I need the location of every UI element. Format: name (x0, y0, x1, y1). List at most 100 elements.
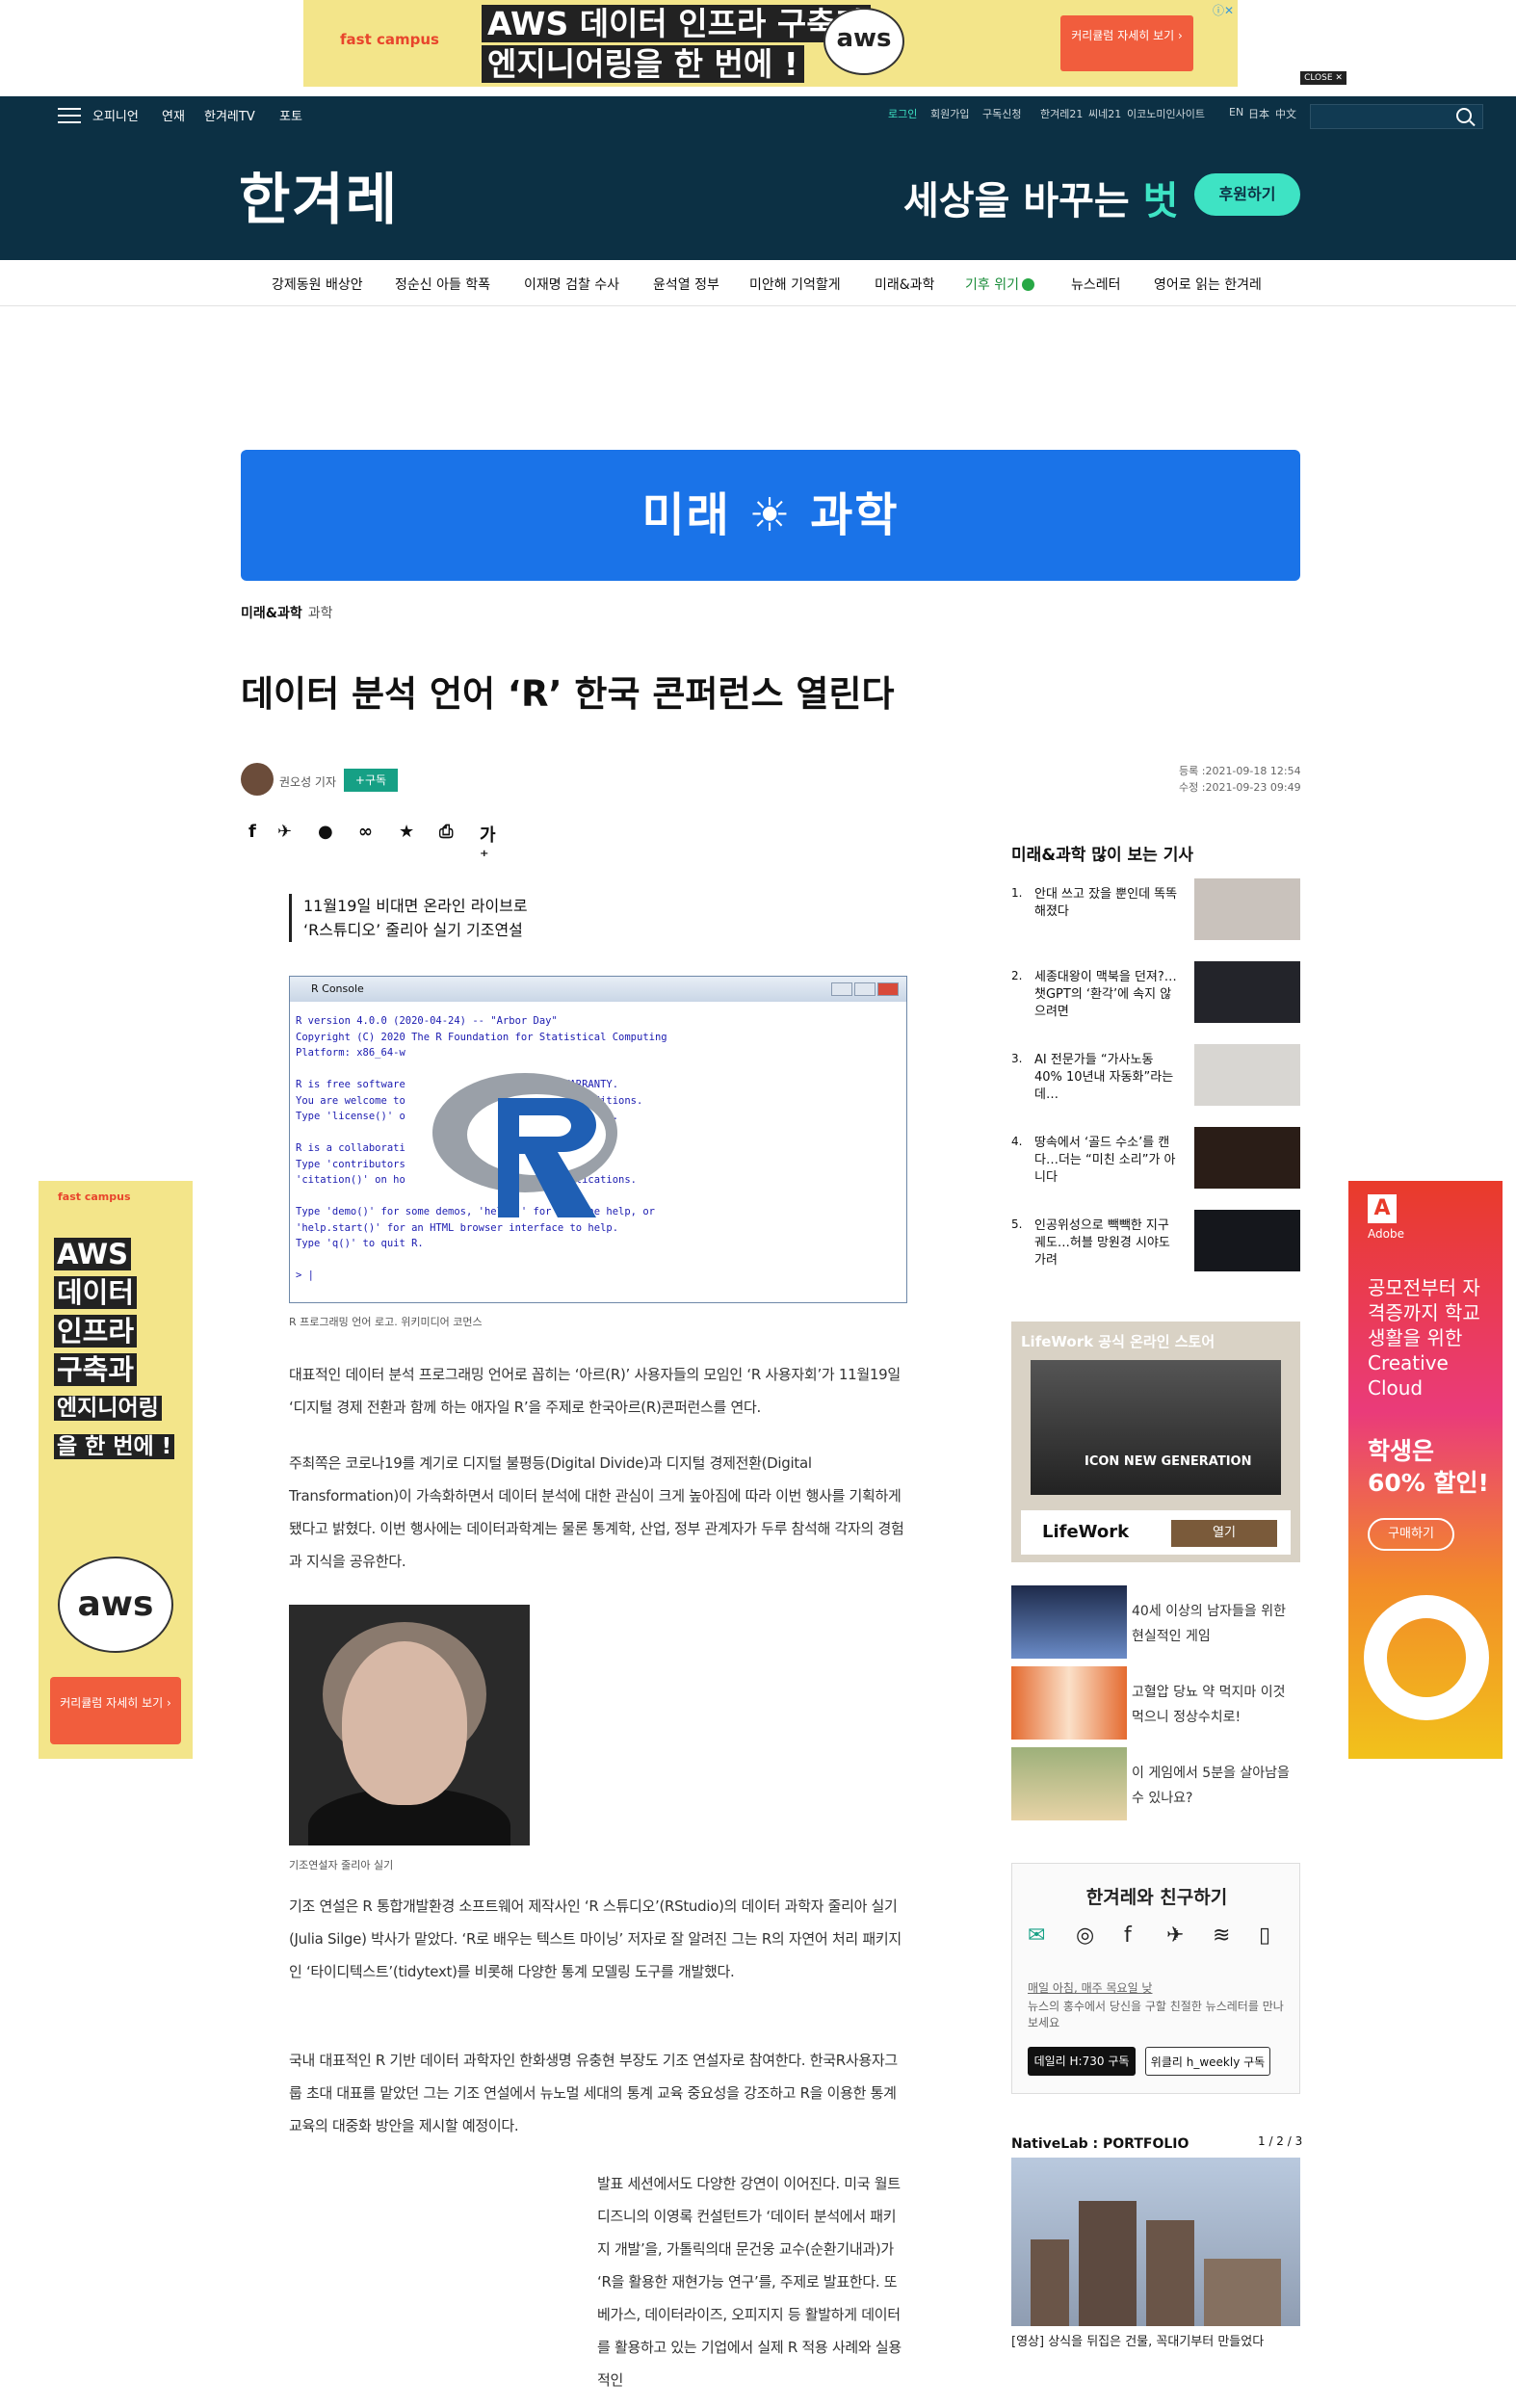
popular-article[interactable]: 1. 안대 쓰고 잤을 뿐인데 똑똑해졌다 (1011, 878, 1300, 942)
lifework-ad[interactable]: LifeWork 공식 온라인 스토어 ICON NEW GENERATION … (1011, 1322, 1300, 1562)
facebook-icon[interactable]: f (1124, 1924, 1132, 1948)
carousel-pager[interactable]: 1 / 2 / 3 (1258, 2134, 1302, 2148)
popular-article[interactable]: 5. 인공위성으로 빽빽한 지구궤도…허블 망원경 시야도 가려 (1011, 1210, 1300, 1273)
left-side-ad[interactable]: fast campus AWS 데이터 인프라 구축과 엔지니어링 을 한 번에… (39, 1181, 193, 1759)
breadcrumb: 미래&과학 과학 (241, 603, 333, 622)
nav-photo[interactable]: 포토 (279, 106, 302, 124)
speaker-photo (289, 1605, 530, 1845)
popular-article[interactable]: 3. AI 전문가들 “가사노동 40% 10년내 자동화”라는데… (1011, 1044, 1300, 1108)
avatar (241, 763, 274, 796)
menu-icon[interactable] (58, 108, 81, 125)
lang-en[interactable]: EN (1229, 106, 1243, 118)
login-link[interactable]: 로그인 (888, 106, 917, 121)
topic-item-climate[interactable]: 기후 위기 (965, 275, 1034, 294)
topic-item[interactable]: 이재명 검찰 수사 (524, 275, 619, 294)
ad-cta-button[interactable]: 커리큘럼 자세히 보기 › (1060, 15, 1193, 71)
nativelab-label: NativeLab : PORTFOLIO (1011, 2136, 1189, 2152)
link-h21[interactable]: 한겨레21 (1040, 106, 1083, 121)
mobile-icon[interactable]: ▯ (1259, 1924, 1270, 1948)
ad-tagline: ICON NEW GENERATION (1085, 1454, 1252, 1469)
nav-series[interactable]: 연재 (162, 106, 185, 124)
topic-item[interactable]: 뉴스레터 (1071, 275, 1121, 294)
breadcrumb-section[interactable]: 미래&과학 (241, 606, 302, 621)
nav-opinion[interactable]: 오피니언 (92, 106, 139, 124)
topic-item[interactable]: 영어로 읽는 한겨레 (1154, 275, 1262, 294)
section-banner[interactable]: 미래 ☀ 과학 (241, 450, 1300, 581)
popular-articles-title: 미래&과학 많이 보는 기사 (1011, 846, 1193, 865)
nativelab-image[interactable] (1011, 2158, 1300, 2326)
daily-subscribe-button[interactable]: 데일리 H:730 구독 (1028, 2047, 1136, 2076)
topic-item[interactable]: 미래&과학 (875, 275, 934, 294)
newsletter-link[interactable]: 매일 아침, 매주 목요일 낮 (1028, 1979, 1152, 1996)
r-logo-icon (432, 1073, 617, 1217)
topic-item[interactable]: 강제동원 배상안 (272, 275, 363, 294)
article-paragraph: 대표적인 데이터 분석 프로그래밍 언어로 꼽히는 ‘아르(R)’ 사용자들의 … (289, 1366, 901, 1416)
ad-brand: Adobe (1368, 1227, 1404, 1241)
topic-nav: 강제동원 배상안 정순신 아들 학폭 이재명 검찰 수사 윤석열 정부 미안해 … (0, 260, 1516, 306)
ad-open-button[interactable]: 열기 (1171, 1520, 1277, 1547)
modified-date: 수정 :2021-09-23 09:49 (1179, 781, 1301, 794)
support-button[interactable]: 후원하기 (1194, 173, 1300, 216)
console-titlebar: R Console (290, 977, 906, 1002)
aws-logo: aws (823, 8, 904, 75)
link-cine21[interactable]: 씨네21 (1088, 106, 1121, 121)
site-logo[interactable]: 한겨레 (239, 154, 399, 235)
subscribe-link[interactable]: 구독신청 (982, 106, 1021, 121)
twitter-icon[interactable]: ✈ (1166, 1924, 1184, 1948)
twitter-icon[interactable]: ✈ (277, 822, 292, 842)
nativelab-caption[interactable]: [영상] 상식을 뒤집은 건물, 꼭대기부터 만들었다 (1011, 2331, 1264, 2349)
print-icon[interactable]: ⎙ (439, 822, 453, 842)
adobe-logo-icon: A (1368, 1194, 1397, 1223)
reporter-name[interactable]: 권오성 기자 (279, 773, 336, 790)
weekly-subscribe-button[interactable]: 위클리 h_weekly 구독 (1145, 2047, 1270, 2076)
link-copy-icon[interactable]: ∞ (358, 822, 373, 842)
topic-item[interactable]: 윤석열 정부 (653, 275, 719, 294)
ad-buy-button[interactable]: 구매하기 (1368, 1518, 1454, 1551)
image-caption: 기조연설자 줄리아 실기 (289, 1859, 394, 1871)
ad-header: LifeWork 공식 온라인 스토어 (1021, 1333, 1215, 1350)
ad-headline: AWS 데이터 인프라 구축과 엔지니어링을 한 번에 ! (482, 4, 871, 85)
top-banner-ad[interactable]: fast campus AWS 데이터 인프라 구축과 엔지니어링을 한 번에 … (303, 0, 1238, 87)
sponsored-ad[interactable]: 이 게임에서 5분을 살아남을 수 있나요? (1011, 1747, 1300, 1820)
topic-item[interactable]: 미안해 기억할게 (749, 275, 841, 294)
site-header: 오피니언 연재 한겨레TV 포토 로그인 회원가입 구독신청 한겨레21 씨네2… (0, 96, 1516, 260)
signup-link[interactable]: 회원가입 (930, 106, 969, 121)
popular-article[interactable]: 2. 세종대왕이 맥북을 던져?…챗GPT의 ‘환각’에 속지 않으려면 (1011, 961, 1300, 1025)
article-title: 데이터 분석 언어 ‘R’ 한국 콘퍼런스 열린다 (241, 673, 895, 715)
facebook-icon[interactable]: f (248, 822, 256, 842)
aws-logo: aws (58, 1557, 173, 1653)
rss-icon[interactable]: ≋ (1213, 1924, 1230, 1948)
link-economy-insight[interactable]: 이코노미인사이트 (1127, 106, 1205, 121)
article-summary: 11월19일 비대면 온라인 라이브로 ‘R스튜디오’ 줄리아 실기 기조연설 (289, 894, 528, 942)
registered-date: 등록 :2021-09-18 12:54 (1179, 765, 1301, 777)
sponsored-ad[interactable]: 40세 이상의 남자들을 위한 현실적인 게임 (1011, 1585, 1300, 1659)
image-caption: R 프로그래밍 언어 로고. 위키미디어 코먼스 (289, 1316, 483, 1328)
bookmark-star-icon[interactable]: ★ (399, 822, 414, 842)
lang-jp[interactable]: 日本 (1248, 106, 1269, 121)
ad-headline: AWS 데이터 인프라 구축과 엔지니어링 을 한 번에 ! (54, 1235, 175, 1466)
ad-choices-icon[interactable]: ⓘ✕ (1213, 2, 1234, 18)
creative-cloud-icon (1364, 1595, 1489, 1720)
popular-article[interactable]: 4. 땅속에서 ‘골드 수소’를 캔다…더는 “미친 소리”가 아니다 (1011, 1127, 1300, 1191)
friends-box: 한겨레와 친구하기 ✉ ◎ f ✈ ≋ ▯ 매일 아침, 매주 목요일 낮 뉴스… (1011, 1863, 1300, 2094)
sponsored-ad[interactable]: 고혈압 당뇨 약 먹지마 이것 먹으니 정상수치로! (1011, 1666, 1300, 1740)
right-side-ad[interactable]: A Adobe 공모전부터 자격증까지 학교생활을 위한 Creative Cl… (1348, 1181, 1503, 1759)
nav-tv[interactable]: 한겨레TV (204, 106, 255, 124)
subscribe-reporter-button[interactable]: +구독 (344, 769, 398, 792)
font-size-icon[interactable]: 가⁺ (480, 822, 496, 867)
instagram-icon[interactable]: ◎ (1076, 1924, 1094, 1948)
ad-cta-button[interactable]: 커리큘럼 자세히 보기 › (50, 1677, 181, 1744)
ad-pitch: 공모전부터 자격증까지 학교생활을 위한 Creative Cloud (1368, 1276, 1480, 1400)
close-ad-button[interactable]: CLOSE ✕ (1300, 71, 1346, 85)
r-console-image: R Console R version 4.0.0 (2020-04-24) -… (289, 976, 907, 1303)
globe-icon (1021, 278, 1034, 291)
newsletter-mail-icon[interactable]: ✉ (1028, 1924, 1045, 1948)
article-paragraph: 발표 세션에서도 다양한 강연이 이어진다. 미국 월트 디즈니의 이영록 컨설… (597, 2175, 902, 2389)
kakao-talk-icon[interactable]: ● (318, 822, 333, 842)
search-icon[interactable] (1456, 108, 1472, 123)
breadcrumb-subsection[interactable]: 과학 (308, 606, 333, 621)
topic-item[interactable]: 정순신 아들 학폭 (395, 275, 490, 294)
article-paragraph: 기조 연설은 R 통합개발환경 소프트웨어 제작사인 ‘R 스튜디오’(RStu… (289, 1898, 902, 1980)
slogan: 세상을 바꾸는 벗 (903, 179, 1179, 223)
lang-cn[interactable]: 中文 (1275, 106, 1296, 121)
